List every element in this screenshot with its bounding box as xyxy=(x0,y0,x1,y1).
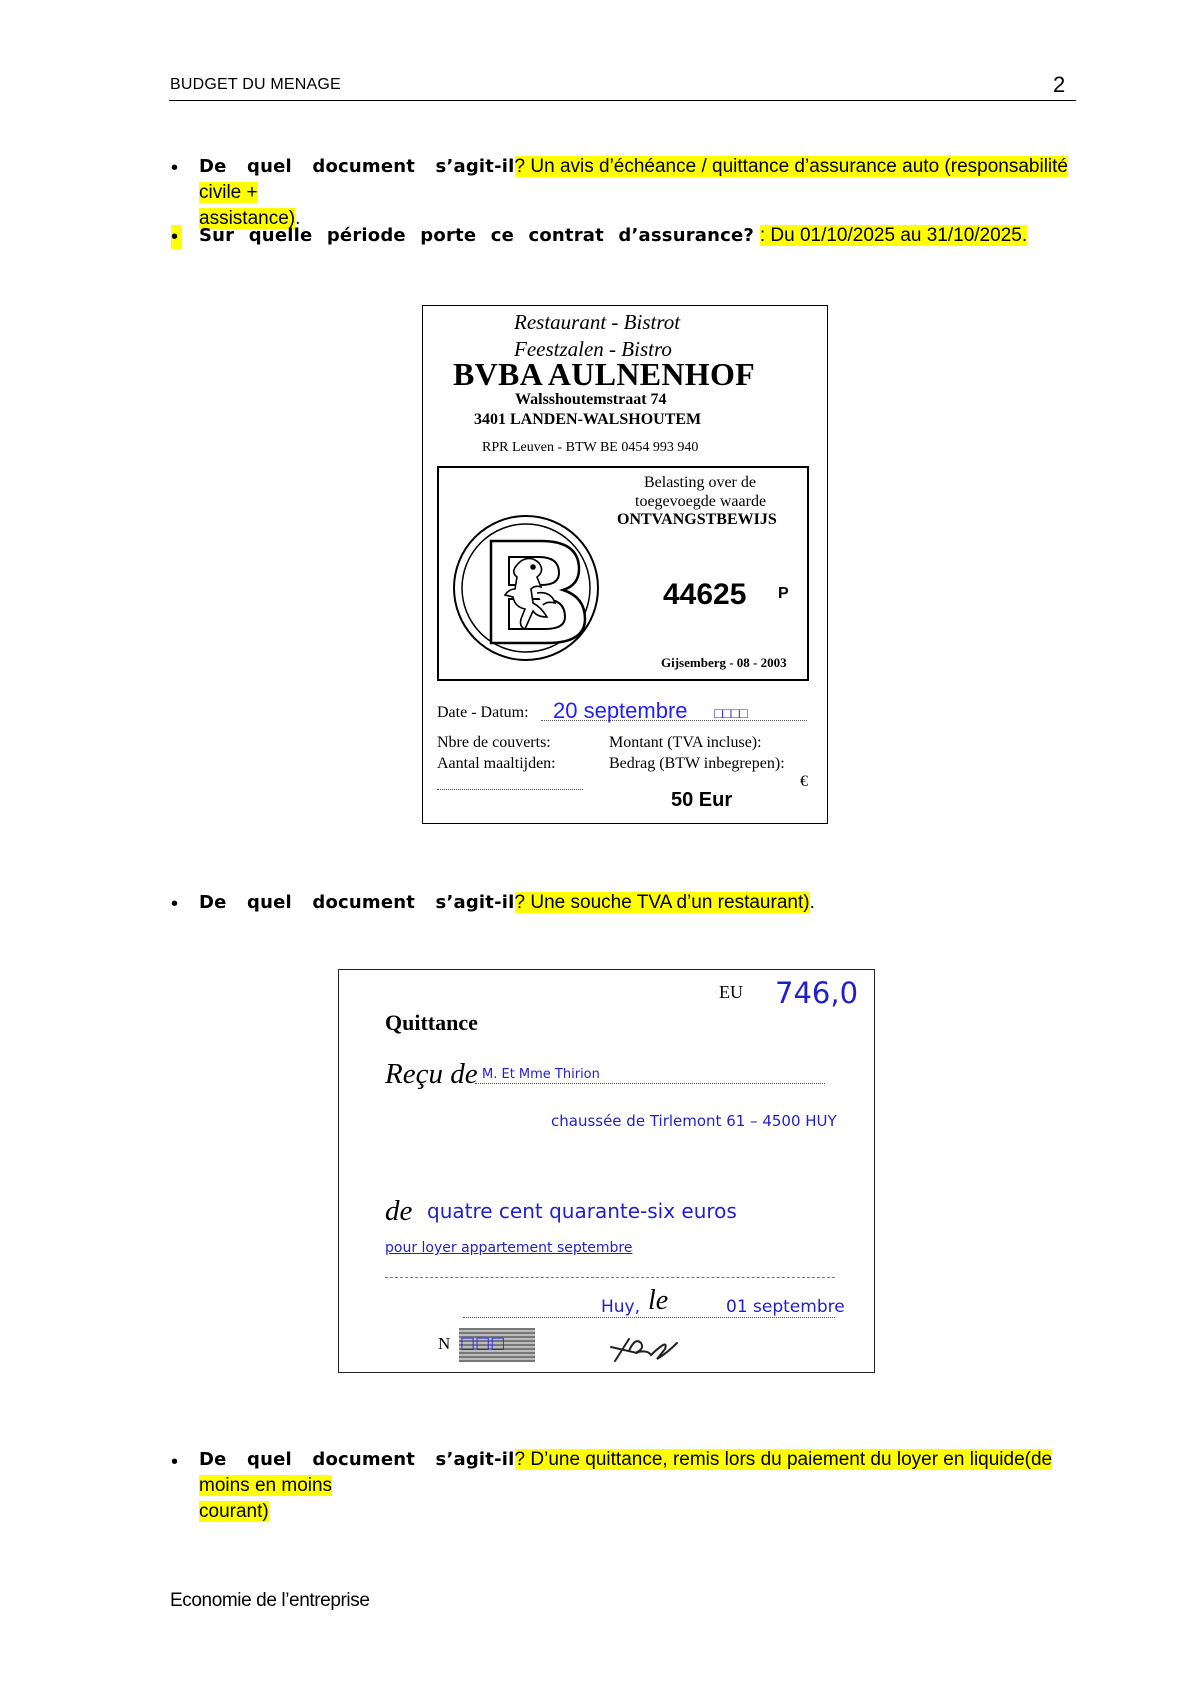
receipt-doc-title: ONTVANGSTBEWIJS xyxy=(617,511,777,528)
rent-currency-label: EU xyxy=(719,982,743,1002)
rent-received-from-label: Reçu de xyxy=(385,1058,478,1090)
rent-purpose: pour loyer appartement septembre xyxy=(385,1240,633,1256)
page-number: 2 xyxy=(1053,72,1066,97)
receipt-number: 44625 xyxy=(663,578,747,611)
receipt-covers-nl: Aantal maaltijden: xyxy=(437,755,556,772)
rent-amount: 746,0 xyxy=(775,976,859,1010)
bullet-3: • xyxy=(171,893,179,915)
receipt-city: 3401 LANDEN-WALSHOUTEM xyxy=(474,411,702,428)
rent-de-label: de xyxy=(385,1195,413,1227)
header-rule xyxy=(169,100,1076,101)
question-1-label: De quel document s’agit-il xyxy=(199,156,515,177)
receipt-tax-line2: toegevoegde waarde xyxy=(635,493,767,510)
question-2-label: Sur quelle période porte ce contrat d’as… xyxy=(199,225,755,246)
receipt-covers-fr: Nbre de couverts: xyxy=(437,734,551,751)
rent-le-label: le xyxy=(648,1285,669,1316)
receipt-date-label: Date - Datum: xyxy=(437,704,529,721)
receipt-amount-value: 50 Eur xyxy=(671,789,733,811)
belgian-lion-logo-icon xyxy=(453,515,599,661)
rent-dashed-line xyxy=(385,1276,835,1278)
rent-receipt: EU 746,0 Quittance Reçu de M. Et Mme Thi… xyxy=(338,969,875,1373)
question-3-suffix: . xyxy=(809,892,815,913)
bullet-2: • xyxy=(171,225,183,249)
signature-icon xyxy=(610,1338,678,1362)
rent-n-boxes: □□□ xyxy=(460,1333,506,1352)
restaurant-vat-receipt: Restaurant - Bistrot Feestzalen - Bistro… xyxy=(422,305,828,824)
question-3-answer: Une souche TVA d’un restaurant) xyxy=(525,892,810,913)
receipt-covers-dotted-line xyxy=(437,788,583,790)
bullet-4: • xyxy=(171,1451,179,1473)
question-1: De quel document s’agit-il? Un avis d’éc… xyxy=(199,154,1079,232)
receipt-amount-nl: Bedrag (BTW inbegrepen): xyxy=(609,755,785,772)
receipt-line-restaurant: Restaurant - Bistrot xyxy=(514,310,681,334)
rent-title: Quittance xyxy=(385,1010,478,1035)
rent-n-label: N xyxy=(438,1334,451,1353)
bullet-1: • xyxy=(171,157,179,179)
receipt-inner-box: Belasting over de toegevoegde waarde ONT… xyxy=(437,466,809,681)
question-4-label: De quel document s’agit-il xyxy=(199,1449,515,1470)
receipt-date-value: 20 septembre xyxy=(553,698,688,723)
receipt-euro-symbol: € xyxy=(800,773,808,790)
question-4-answer-line2: courant) xyxy=(199,1501,269,1522)
rent-received-dotted-line xyxy=(475,1082,825,1084)
footer-text: Economie de l’entreprise xyxy=(170,1590,370,1611)
header-title: BUDGET DU MENAGE xyxy=(170,76,341,93)
receipt-registration: RPR Leuven - BTW BE 0454 993 940 xyxy=(482,440,699,455)
question-2-answer: : Du 01/10/2025 au 31/10/2025. xyxy=(759,225,1028,246)
receipt-amount-fr: Montant (TVA incluse): xyxy=(609,734,762,751)
rent-place: Huy, xyxy=(601,1297,641,1317)
question-3-qmark: ? xyxy=(514,892,526,913)
receipt-company-name: BVBA AULNENHOF xyxy=(453,356,756,392)
question-1-qmark: ? xyxy=(514,156,526,177)
receipt-street: Walsshoutemstraat 74 xyxy=(515,391,667,408)
question-3-label: De quel document s’agit-il xyxy=(199,892,515,913)
rent-received-from: M. Et Mme Thirion xyxy=(482,1067,600,1082)
question-2: Sur quelle période porte ce contrat d’as… xyxy=(199,223,1079,249)
rent-amount-words: quatre cent quarante-six euros xyxy=(427,1199,737,1223)
rent-date: 01 septembre xyxy=(726,1297,845,1317)
rent-address: chaussée de Tirlemont 61 – 4500 HUY xyxy=(551,1112,837,1130)
receipt-printer: Gijsemberg - 08 - 2003 xyxy=(661,655,787,670)
question-3: De quel document s’agit-il? Une souche T… xyxy=(199,890,1079,916)
receipt-tax-line1: Belasting over de xyxy=(644,474,756,491)
receipt-date-boxes: □□□□ xyxy=(714,705,748,721)
receipt-number-suffix: P xyxy=(778,585,789,602)
question-4-qmark: ? xyxy=(514,1449,526,1470)
question-4: De quel document s’agit-il? D’une quitta… xyxy=(199,1447,1099,1525)
